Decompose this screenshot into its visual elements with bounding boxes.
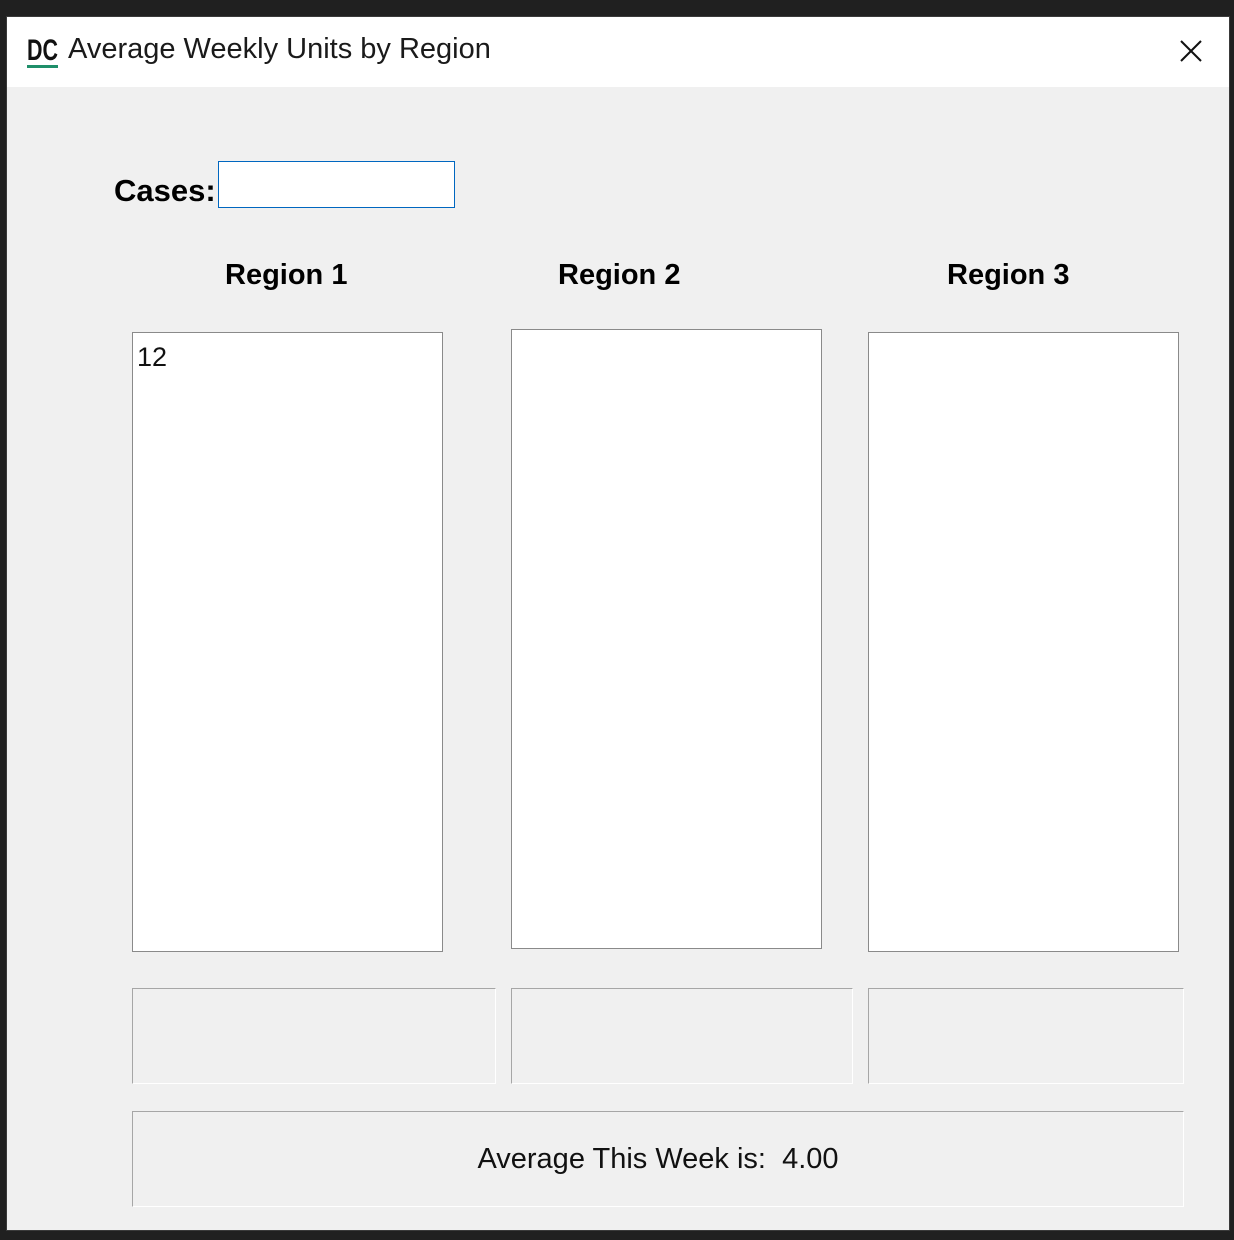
region-2-heading: Region 2	[558, 259, 681, 291]
region-1-heading: Region 1	[225, 259, 348, 291]
region-1-result	[132, 988, 496, 1084]
region-2-result	[511, 988, 853, 1084]
cases-input[interactable]	[218, 161, 455, 208]
cases-label: Cases:	[114, 173, 216, 208]
window-title: Average Weekly Units by Region	[68, 33, 491, 65]
region-3-result	[868, 988, 1184, 1084]
app-window: DC Average Weekly Units by Region Cases:…	[6, 16, 1230, 1231]
region-3-listbox[interactable]	[868, 332, 1179, 952]
close-button[interactable]	[1173, 33, 1209, 69]
region-3-heading: Region 3	[947, 259, 1070, 291]
close-icon	[1180, 40, 1202, 62]
average-output: Average This Week is: 4.00	[132, 1111, 1184, 1207]
list-item[interactable]: 12	[137, 341, 438, 373]
svg-text:DC: DC	[27, 34, 58, 67]
average-text: Average This Week is: 4.00	[477, 1142, 839, 1175]
region-2-listbox[interactable]	[511, 329, 822, 949]
app-logo-icon: DC	[27, 30, 59, 70]
region-1-listbox[interactable]: 12	[132, 332, 443, 952]
title-bar: DC Average Weekly Units by Region	[7, 17, 1229, 87]
